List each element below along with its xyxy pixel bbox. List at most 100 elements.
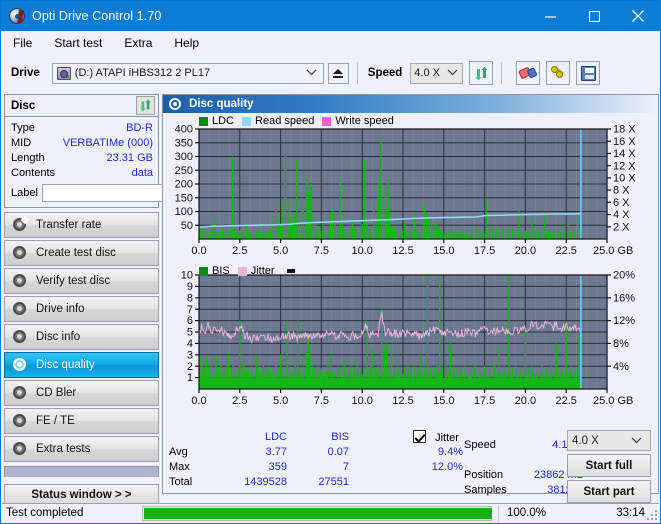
jitter-checkbox[interactable] [413, 430, 426, 443]
sidebar-item-cd-bler[interactable]: CD Bler [4, 380, 159, 406]
sidebar-item-fe-te[interactable]: FE / TE [4, 408, 159, 434]
svg-text:2: 2 [187, 361, 193, 373]
stats-row-avg-label: Avg [169, 444, 221, 459]
disc-refresh-button[interactable] [136, 96, 155, 115]
chevron-down-icon [447, 68, 458, 78]
erase-disc-button[interactable] [516, 61, 540, 85]
svg-text:3: 3 [187, 349, 193, 361]
svg-text:22.5: 22.5 [555, 395, 576, 407]
speed-info-label: Speed [464, 437, 518, 452]
svg-text:0.0: 0.0 [191, 245, 206, 257]
table-row: Speed 4.18 X [464, 437, 584, 452]
svg-text:5.0: 5.0 [273, 395, 288, 407]
menu-item-file[interactable]: File [10, 34, 35, 52]
sidebar-label: Drive info [36, 303, 85, 315]
svg-text:16%: 16% [613, 292, 635, 304]
sidebar-item-create-test-disc[interactable]: Create test disc [4, 240, 159, 266]
maximize-icon[interactable] [572, 1, 616, 31]
title-bar: Opti Drive Control 1.70 [1, 1, 660, 31]
sidebar-label: CD Bler [36, 387, 76, 399]
sidebar-label: Transfer rate [36, 219, 101, 231]
disc-properties: Type BD-R MID VERBATIMe (000) Length 23.… [5, 117, 158, 207]
menu-item-help[interactable]: Help [171, 34, 202, 52]
refresh-drive-button[interactable] [469, 61, 493, 85]
status-bar: Test completed 100.0% 33:14 [2, 503, 659, 522]
disc-icon [12, 246, 27, 260]
jitter-label: Jitter [435, 432, 459, 444]
disc-icon [12, 358, 27, 372]
svg-text:250: 250 [175, 165, 193, 177]
minimize-icon[interactable] [528, 1, 572, 31]
legend-label-bis: BIS [212, 265, 230, 277]
sidebar-item-disc-quality[interactable]: Disc quality [4, 352, 159, 378]
svg-text:7: 7 [187, 304, 193, 316]
sidebar-label: Disc quality [36, 359, 95, 371]
test-speed-select[interactable]: 4.0 X [567, 430, 651, 451]
disc-icon [12, 302, 27, 316]
start-part-button[interactable]: Start part [567, 480, 651, 503]
svg-text:14 X: 14 X [613, 148, 636, 160]
close-icon[interactable] [616, 1, 660, 31]
drive-tools-button[interactable] [546, 61, 570, 85]
drive-select-value: (D:) ATAPI iHBS312 2 PL17 [75, 67, 210, 79]
speed-select[interactable]: 4.0 X [410, 63, 463, 84]
svg-text:16 X: 16 X [613, 136, 636, 148]
disc-contents-label: Contents [11, 167, 55, 179]
eject-button[interactable] [328, 63, 349, 84]
legend-swatch-jitter [238, 267, 247, 276]
key-icon [550, 66, 566, 80]
top-chart-svg[interactable]: 501001502002503003504002 X4 X6 X8 X10 X1… [163, 113, 658, 261]
disc-length-label: Length [11, 152, 45, 164]
drive-select[interactable]: (D:) ATAPI iHBS312 2 PL17 [52, 63, 324, 84]
disc-quality-panel: Disc quality LDC Read speed Write speed … [162, 94, 659, 494]
disc-mid-label: MID [11, 137, 31, 149]
disc-icon [12, 274, 27, 288]
sidebar-item-verify-test-disc[interactable]: Verify test disc [4, 268, 159, 294]
table-row: Samples 381235 [464, 482, 584, 497]
resize-grip-icon[interactable] [647, 510, 657, 520]
svg-text:350: 350 [175, 137, 193, 149]
sidebar-item-disc-info[interactable]: Disc info [4, 324, 159, 350]
charts-area: LDC Read speed Write speed BIS Jitter 50… [163, 113, 658, 413]
svg-text:2.5: 2.5 [232, 245, 247, 257]
svg-text:4: 4 [187, 338, 193, 350]
svg-text:100: 100 [175, 206, 193, 218]
sidebar-item-transfer-rate[interactable]: Transfer rate [4, 212, 159, 238]
svg-text:10: 10 [181, 270, 193, 282]
top-chart-legend: LDC Read speed Write speed [199, 115, 398, 127]
refresh-icon [474, 66, 489, 81]
legend-label-jitter: Jitter [251, 265, 275, 277]
app-window: Opti Drive Control 1.70 File Start test … [0, 0, 661, 524]
disc-row-mid: MID VERBATIMe (000) [11, 135, 153, 150]
panel-header: Disc quality [163, 95, 658, 113]
chevron-down-icon [306, 68, 317, 78]
svg-text:15.0: 15.0 [433, 245, 454, 257]
svg-text:17.5: 17.5 [474, 395, 495, 407]
table-row [464, 452, 584, 467]
sidebar-item-drive-info[interactable]: Drive info [4, 296, 159, 322]
stats-total-bis: 27551 [287, 474, 349, 489]
window-controls [528, 1, 660, 31]
menu-item-extra[interactable]: Extra [121, 34, 155, 52]
svg-text:12.5: 12.5 [392, 395, 413, 407]
disc-icon [12, 386, 27, 400]
table-row: Position 23862 MB [464, 467, 584, 482]
svg-text:2.5: 2.5 [232, 395, 247, 407]
progress-bar-fill [144, 508, 492, 519]
save-results-button[interactable] [576, 61, 600, 85]
svg-text:0.0: 0.0 [191, 395, 206, 407]
drive-toolbar: Drive (D:) ATAPI iHBS312 2 PL17 Speed 4.… [2, 54, 659, 92]
svg-text:17.5: 17.5 [474, 245, 495, 257]
disc-row-length: Length 23.31 GB [11, 150, 153, 165]
svg-text:400: 400 [175, 124, 193, 136]
toolbar-divider [357, 62, 358, 84]
svg-text:6 X: 6 X [613, 197, 630, 209]
svg-text:4 X: 4 X [613, 209, 630, 221]
sidebar-item-extra-tests[interactable]: Extra tests [4, 436, 159, 462]
disc-icon [12, 218, 27, 232]
stats-header-row: LDC BIS Jitter [169, 429, 477, 444]
start-full-button[interactable]: Start full [567, 454, 651, 477]
bottom-chart-svg[interactable]: 12345678910 4% 8% 12% 16% 20% 0.0 2.5 5.0 7.5 10.0… [163, 261, 658, 413]
menu-item-start-test[interactable]: Start test [51, 34, 105, 52]
position-info-label: Position [464, 467, 518, 482]
